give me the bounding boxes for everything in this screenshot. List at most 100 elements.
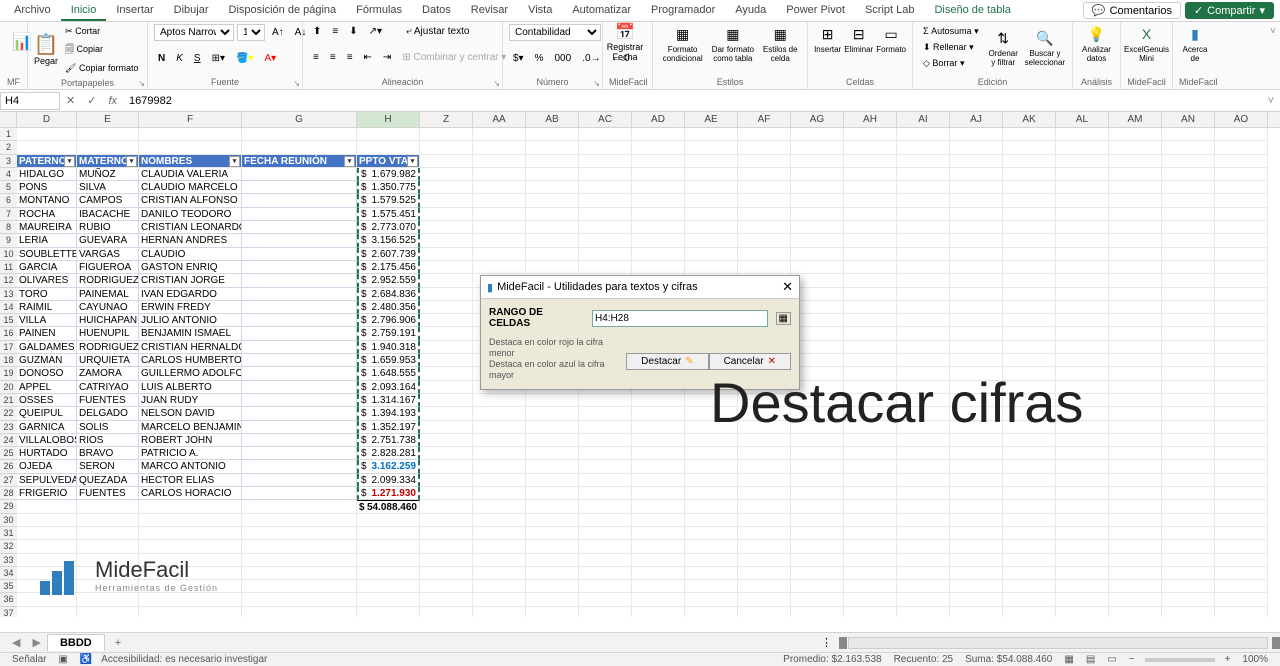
empty-cell[interactable] xyxy=(632,181,685,194)
empty-cell[interactable] xyxy=(1109,367,1162,380)
table-cell[interactable]: BENJAMIN ISMAEL xyxy=(139,327,242,340)
empty-cell[interactable] xyxy=(1215,407,1268,420)
empty-cell[interactable] xyxy=(844,301,897,314)
empty-cell[interactable] xyxy=(632,487,685,500)
table-cell[interactable] xyxy=(242,168,357,181)
filter-dropdown-icon[interactable]: ▾ xyxy=(126,156,137,167)
empty-cell[interactable] xyxy=(897,514,950,527)
cancel-icon[interactable]: ✕ xyxy=(60,94,81,107)
empty-cell[interactable] xyxy=(791,141,844,154)
empty-cell[interactable] xyxy=(242,514,357,527)
column-header[interactable]: AN xyxy=(1162,112,1215,127)
empty-cell[interactable] xyxy=(1003,327,1056,340)
filter-dropdown-icon[interactable]: ▾ xyxy=(229,156,240,167)
empty-cell[interactable] xyxy=(420,221,473,234)
name-box[interactable] xyxy=(0,92,60,110)
empty-cell[interactable] xyxy=(632,261,685,274)
number-format-select[interactable]: Contabilidad xyxy=(509,24,601,41)
empty-cell[interactable] xyxy=(950,540,1003,553)
empty-cell[interactable] xyxy=(420,141,473,154)
analyze-button[interactable]: Analizar datos xyxy=(1079,45,1114,63)
ppto-cell[interactable]: $2.175.456 xyxy=(357,261,420,274)
empty-cell[interactable] xyxy=(897,580,950,593)
empty-cell[interactable] xyxy=(17,141,77,154)
table-cell[interactable]: APPEL xyxy=(17,381,77,394)
table-cell[interactable]: CATRIYAO xyxy=(77,381,139,394)
empty-cell[interactable] xyxy=(791,261,844,274)
empty-cell[interactable] xyxy=(685,261,738,274)
empty-cell[interactable] xyxy=(1109,593,1162,606)
empty-cell[interactable] xyxy=(77,141,139,154)
font-family-select[interactable]: Aptos Narrow xyxy=(154,24,234,41)
empty-cell[interactable] xyxy=(526,181,579,194)
empty-cell[interactable] xyxy=(420,181,473,194)
empty-cell[interactable] xyxy=(632,421,685,434)
table-cell[interactable]: SEPULVEDA xyxy=(17,474,77,487)
ppto-cell[interactable]: $2.759.191 xyxy=(357,327,420,340)
row-header[interactable]: 31 xyxy=(0,527,17,540)
empty-cell[interactable] xyxy=(950,607,1003,617)
table-cell[interactable]: OJEDA xyxy=(17,460,77,473)
empty-cell[interactable] xyxy=(738,487,791,500)
ppto-cell[interactable]: $1.271.930 xyxy=(357,487,420,500)
empty-cell[interactable] xyxy=(1162,567,1215,580)
empty-cell[interactable] xyxy=(1109,181,1162,194)
empty-cell[interactable] xyxy=(1056,527,1109,540)
empty-cell[interactable] xyxy=(1003,208,1056,221)
empty-cell[interactable] xyxy=(1215,274,1268,287)
empty-cell[interactable] xyxy=(1162,407,1215,420)
empty-cell[interactable] xyxy=(685,567,738,580)
empty-cell[interactable] xyxy=(791,593,844,606)
empty-cell[interactable] xyxy=(420,567,473,580)
empty-cell[interactable] xyxy=(473,394,526,407)
empty-cell[interactable] xyxy=(1003,487,1056,500)
row-header[interactable]: 36 xyxy=(0,593,17,606)
empty-cell[interactable] xyxy=(632,580,685,593)
column-header[interactable]: AA xyxy=(473,112,526,127)
table-cell[interactable] xyxy=(242,394,357,407)
empty-cell[interactable] xyxy=(1109,314,1162,327)
empty-cell[interactable] xyxy=(897,314,950,327)
empty-cell[interactable] xyxy=(526,155,579,168)
row-header[interactable]: 2 xyxy=(0,141,17,154)
row-header[interactable]: 28 xyxy=(0,487,17,500)
empty-cell[interactable] xyxy=(738,540,791,553)
empty-cell[interactable] xyxy=(420,288,473,301)
empty-cell[interactable] xyxy=(1215,381,1268,394)
empty-cell[interactable] xyxy=(1162,168,1215,181)
empty-cell[interactable] xyxy=(844,580,897,593)
format-table-button[interactable]: Dar formato como tabla xyxy=(709,45,756,63)
empty-cell[interactable] xyxy=(632,554,685,567)
empty-cell[interactable] xyxy=(1215,514,1268,527)
empty-cell[interactable] xyxy=(1162,514,1215,527)
empty-cell[interactable] xyxy=(1215,394,1268,407)
empty-cell[interactable] xyxy=(1109,407,1162,420)
empty-cell[interactable] xyxy=(950,274,1003,287)
conditional-format-icon[interactable]: ▦ xyxy=(673,24,693,44)
empty-cell[interactable] xyxy=(738,194,791,207)
row-header[interactable]: 34 xyxy=(0,567,17,580)
empty-cell[interactable] xyxy=(685,540,738,553)
empty-cell[interactable] xyxy=(1162,234,1215,247)
find-icon[interactable]: 🔍 xyxy=(1035,28,1055,48)
empty-cell[interactable] xyxy=(950,168,1003,181)
empty-cell[interactable] xyxy=(791,554,844,567)
row-header[interactable]: 17 xyxy=(0,341,17,354)
table-cell[interactable] xyxy=(139,500,242,513)
empty-cell[interactable] xyxy=(1056,128,1109,141)
empty-cell[interactable] xyxy=(420,381,473,394)
column-header[interactable]: AI xyxy=(897,112,950,127)
zoom-out-button[interactable]: − xyxy=(1123,654,1141,665)
empty-cell[interactable] xyxy=(1109,248,1162,261)
empty-cell[interactable] xyxy=(1003,288,1056,301)
ppto-cell[interactable]: $3.162.259 xyxy=(357,460,420,473)
empty-cell[interactable] xyxy=(685,500,738,513)
empty-cell[interactable] xyxy=(738,514,791,527)
table-cell[interactable]: RODRIGUEZ xyxy=(77,274,139,287)
empty-cell[interactable] xyxy=(1215,141,1268,154)
empty-cell[interactable] xyxy=(526,474,579,487)
empty-cell[interactable] xyxy=(897,234,950,247)
empty-cell[interactable] xyxy=(897,354,950,367)
empty-cell[interactable] xyxy=(420,514,473,527)
empty-cell[interactable] xyxy=(1109,327,1162,340)
